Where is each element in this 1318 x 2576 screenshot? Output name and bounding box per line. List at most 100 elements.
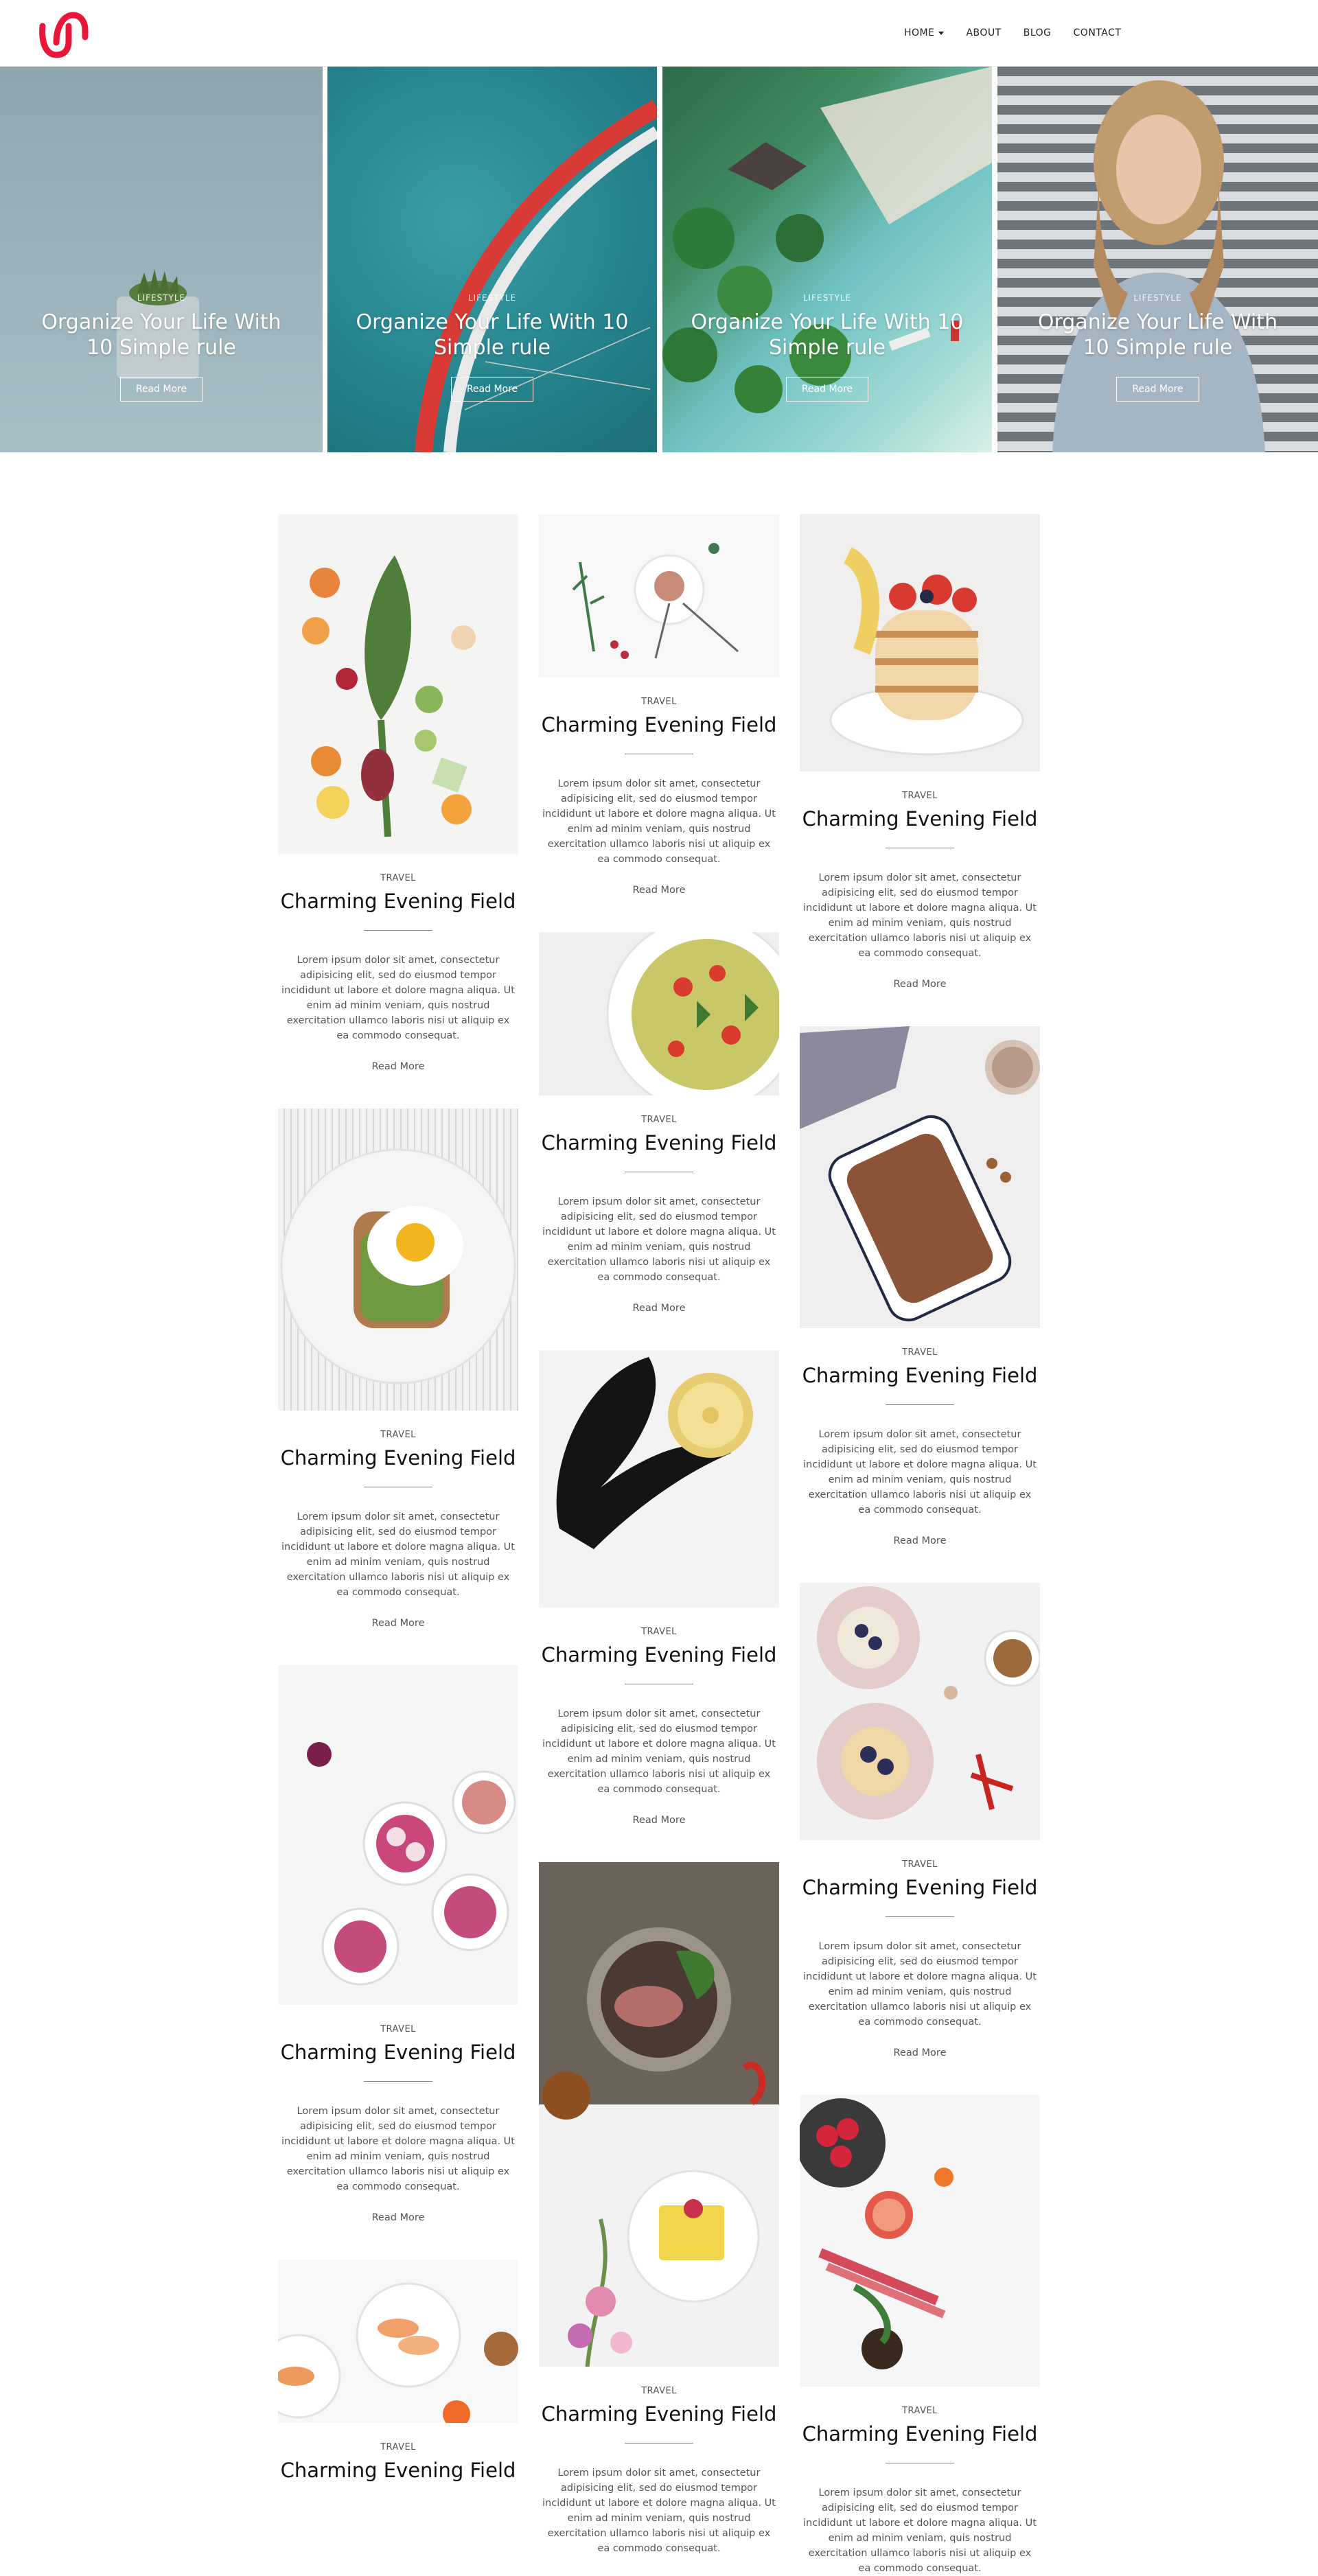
read-more-link[interactable]: Read More	[633, 1303, 686, 1314]
dessert-plate-icon	[572, 543, 739, 659]
slide-category: LIFESTYLE	[1133, 293, 1182, 303]
slide-4[interactable]: LIFESTYLE Organize Your Life With 10 Sim…	[997, 67, 1318, 452]
post-image[interactable]	[800, 514, 1040, 771]
post-image[interactable]	[278, 1109, 518, 1411]
hero-slider: LIFESTYLE Organize Your Life With 10 Sim…	[0, 67, 1318, 452]
post-excerpt: Lorem ipsum dolor sit amet, consectetur …	[803, 1429, 1037, 1516]
post-card: TRAVEL Charming Evening Field Lorem ipsu…	[539, 932, 779, 1314]
post-category: TRAVEL	[902, 791, 938, 801]
brand-logo-icon[interactable]	[36, 7, 91, 62]
slide-1[interactable]: LIFESTYLE Organize Your Life With 10 Sim…	[0, 67, 323, 452]
main-nav: HOME ABOUT BLOG CONTACT	[904, 26, 1132, 40]
divider	[886, 1404, 954, 1405]
slide-category: LIFESTYLE	[467, 293, 517, 303]
post-title[interactable]: Charming Evening Field	[278, 889, 518, 914]
post-card: TRAVEL Charming Evening Field Lorem ipsu…	[278, 1665, 518, 2224]
posts-column-3: TRAVEL Charming Evening Field Lorem ipsu…	[800, 514, 1040, 2576]
post-card: TRAVEL Charming Evening Field Lorem ipsu…	[278, 1109, 518, 1629]
pasta-salad-icon	[606, 932, 779, 1095]
post-image[interactable]	[539, 932, 779, 1095]
post-excerpt: Lorem ipsum dolor sit amet, consectetur …	[803, 1941, 1037, 2028]
post-category: TRAVEL	[641, 2386, 677, 2396]
divider	[364, 2081, 432, 2082]
slide-title-text: Organize Your Life With 10 Simple rule	[1037, 310, 1278, 360]
post-title[interactable]: Charming Evening Field	[800, 2422, 1040, 2446]
nav-about[interactable]: ABOUT	[955, 26, 1012, 40]
fruit-table-icon	[800, 2098, 953, 2369]
slide-caption: LIFESTYLE Organize Your Life With 10 Sim…	[0, 293, 323, 402]
pineapple-feathers-icon	[556, 1357, 753, 1549]
slide-title: Organize Your Life With 10 Simple rule	[0, 310, 323, 360]
vegetables-icon	[302, 555, 476, 837]
post-category: TRAVEL	[902, 1347, 938, 1358]
slide-caption: LIFESTYLE Organize Your Life With 10 Sim…	[327, 293, 657, 402]
read-more-link[interactable]: Read More	[372, 1618, 425, 1629]
post-category: TRAVEL	[380, 1430, 416, 1440]
post-category: TRAVEL	[641, 1115, 677, 1125]
slide-title-text: Organize Your Life With 10 Simple rule	[41, 310, 281, 360]
post-excerpt: Lorem ipsum dolor sit amet, consectetur …	[542, 1196, 776, 1283]
post-title[interactable]: Charming Evening Field	[539, 2402, 779, 2426]
post-card: TRAVEL Charming Evening Field	[278, 2260, 518, 2483]
post-card: TRAVEL Charming Evening Field Lorem ipsu…	[539, 1862, 779, 2556]
post-image[interactable]	[800, 2095, 1040, 2387]
read-more-link[interactable]: Read More	[372, 2212, 425, 2223]
read-more-button[interactable]: Read More	[1116, 377, 1199, 402]
divider	[886, 1916, 954, 1917]
post-title[interactable]: Charming Evening Field	[539, 712, 779, 737]
post-category: TRAVEL	[380, 873, 416, 883]
posts-column-2: TRAVEL Charming Evening Field Lorem ipsu…	[539, 514, 779, 2556]
post-category: TRAVEL	[902, 1859, 938, 1870]
berry-pancakes-icon	[817, 1586, 1040, 1820]
post-title[interactable]: Charming Evening Field	[278, 2458, 518, 2483]
post-excerpt: Lorem ipsum dolor sit amet, consectetur …	[803, 872, 1037, 959]
post-card: TRAVEL Charming Evening Field Lorem ipsu…	[800, 1583, 1040, 2059]
read-more-link[interactable]: Read More	[894, 2047, 947, 2058]
read-more-link[interactable]: Read More	[633, 885, 686, 896]
nav-blog[interactable]: BLOG	[1013, 26, 1063, 40]
read-more-link[interactable]: Read More	[894, 1535, 947, 1546]
fruit-bowl-icon	[278, 2282, 518, 2423]
post-excerpt: Lorem ipsum dolor sit amet, consectetur …	[281, 2106, 515, 2192]
post-image[interactable]	[278, 2260, 518, 2423]
post-image[interactable]	[800, 1583, 1040, 1840]
post-title[interactable]: Charming Evening Field	[539, 1130, 779, 1155]
slide-2[interactable]: LIFESTYLE Organize Your Life With 10 Sim…	[327, 67, 657, 452]
read-more-link[interactable]: Read More	[372, 1061, 425, 1072]
post-title[interactable]: Charming Evening Field	[800, 807, 1040, 831]
slide-3[interactable]: LIFESTYLE Organize Your Life With 10 Sim…	[662, 67, 992, 452]
post-title[interactable]: Charming Evening Field	[800, 1875, 1040, 1900]
post-image[interactable]	[800, 1026, 1040, 1328]
post-card: TRAVEL Charming Evening Field Lorem ipsu…	[278, 514, 518, 1073]
nav-home[interactable]: HOME	[904, 26, 955, 40]
post-title[interactable]: Charming Evening Field	[539, 1643, 779, 1667]
read-more-link[interactable]: Read More	[894, 979, 947, 990]
post-card: TRAVEL Charming Evening Field Lorem ipsu…	[539, 1350, 779, 1826]
post-image[interactable]	[539, 1862, 779, 2367]
post-image[interactable]	[278, 514, 518, 854]
post-excerpt: Lorem ipsum dolor sit amet, consectetur …	[542, 2468, 776, 2554]
post-image[interactable]	[278, 1665, 518, 2005]
read-more-button[interactable]: Read More	[785, 377, 869, 402]
post-title[interactable]: Charming Evening Field	[800, 1363, 1040, 1388]
nav-contact[interactable]: CONTACT	[1063, 26, 1133, 40]
post-card: TRAVEL Charming Evening Field Lorem ipsu…	[539, 514, 779, 896]
chevron-down-icon	[938, 31, 945, 35]
post-excerpt: Lorem ipsum dolor sit amet, consectetur …	[803, 2487, 1037, 2574]
post-card: TRAVEL Charming Evening Field Lorem ipsu…	[800, 1026, 1040, 1547]
slide-title: Organize Your Life With 10 Simple rule	[997, 310, 1318, 360]
post-image[interactable]	[539, 514, 779, 677]
post-image[interactable]	[539, 1350, 779, 1608]
read-more-button[interactable]: Read More	[119, 377, 203, 402]
pancakes-icon	[829, 547, 1024, 756]
slide-category: LIFESTYLE	[137, 293, 186, 303]
posts-column-1: TRAVEL Charming Evening Field Lorem ipsu…	[278, 514, 518, 2483]
read-more-button[interactable]: Read More	[450, 377, 534, 402]
read-more-link[interactable]: Read More	[633, 1815, 686, 1826]
post-title[interactable]: Charming Evening Field	[278, 1446, 518, 1470]
granola-dish-icon	[800, 1026, 1040, 1322]
post-excerpt: Lorem ipsum dolor sit amet, consectetur …	[542, 778, 776, 865]
slide-title: Organize Your Life With 10 Simple rule	[662, 310, 992, 360]
post-category: TRAVEL	[380, 2442, 416, 2452]
post-title[interactable]: Charming Evening Field	[278, 2040, 518, 2065]
